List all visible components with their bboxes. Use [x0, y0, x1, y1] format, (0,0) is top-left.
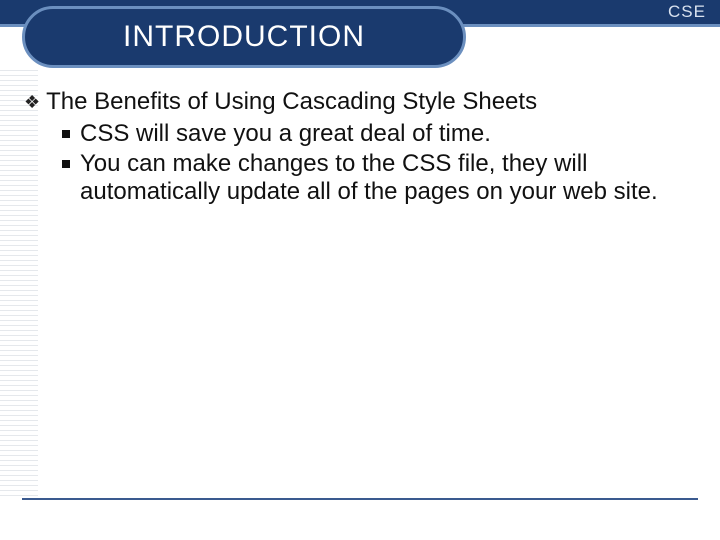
list-item: You can make changes to the CSS file, th… [62, 150, 696, 206]
bullet-text: CSS will save you a great deal of time. [80, 120, 491, 148]
bullet-text: You can make changes to the CSS file, th… [80, 150, 696, 206]
page-title: INTRODUCTION [123, 20, 365, 54]
square-bullet-icon [62, 130, 70, 138]
slide-content: ❖ The Benefits of Using Cascading Style … [24, 88, 696, 208]
heading-row: ❖ The Benefits of Using Cascading Style … [24, 88, 696, 116]
section-heading: The Benefits of Using Cascading Style Sh… [46, 88, 537, 116]
corner-label: CSE [668, 0, 706, 24]
square-bullet-icon [62, 160, 70, 168]
diamond-bullet-icon: ❖ [24, 88, 40, 116]
bullet-list: CSS will save you a great deal of time. … [62, 120, 696, 206]
bottom-divider [22, 498, 698, 500]
title-pill: INTRODUCTION [22, 6, 466, 68]
list-item: CSS will save you a great deal of time. [62, 120, 696, 148]
